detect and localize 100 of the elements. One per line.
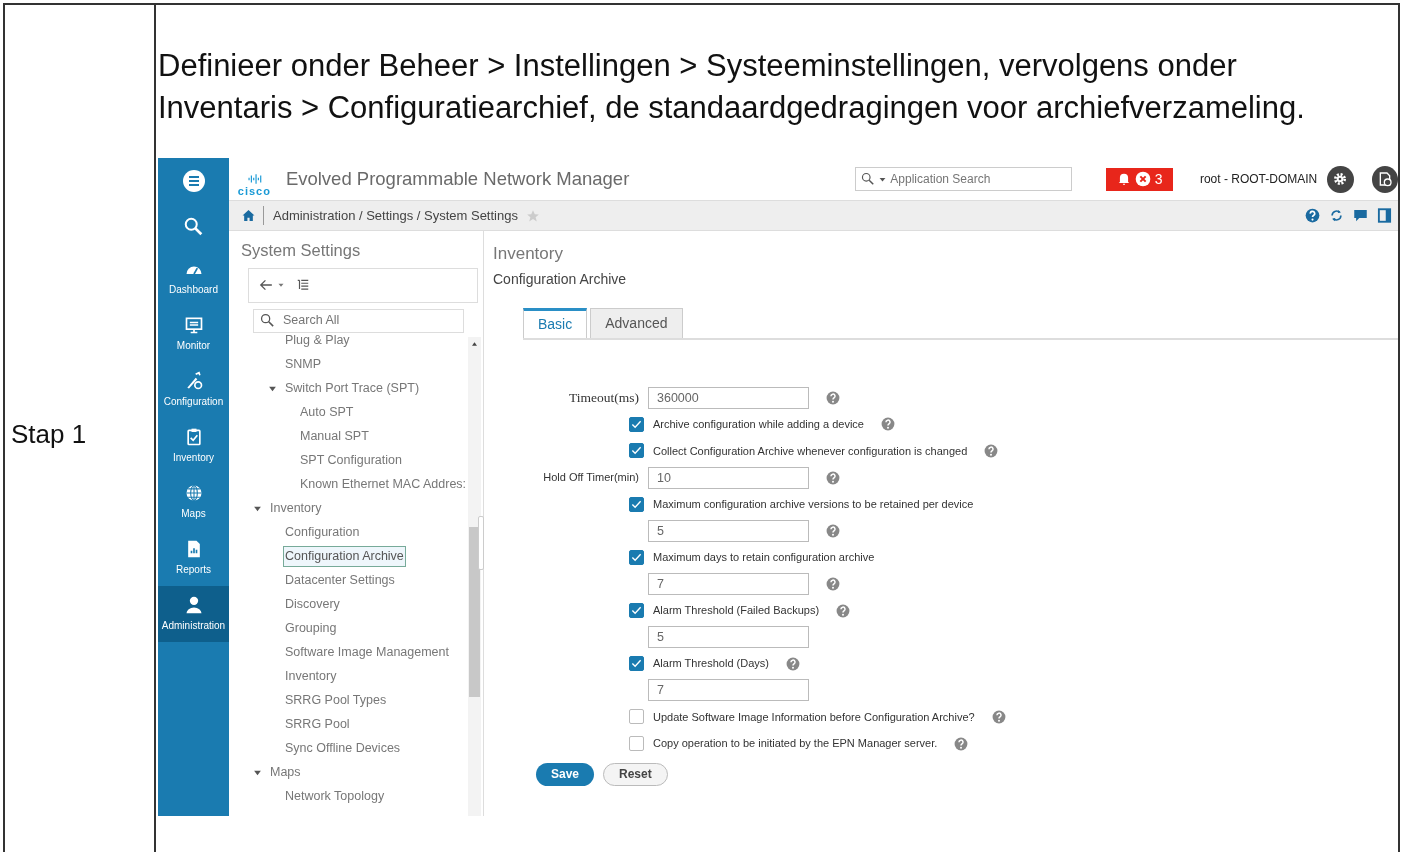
log-button[interactable] (1371, 165, 1398, 193)
checkbox[interactable] (629, 736, 644, 751)
help-icon[interactable] (991, 709, 1006, 724)
section-title: Inventory (493, 243, 564, 265)
tab[interactable]: Advanced (590, 307, 683, 338)
input-field[interactable]: 7 (648, 679, 809, 702)
tree-item[interactable]: Plug & Play (283, 330, 352, 352)
menu-icon[interactable] (181, 169, 206, 193)
check-icon (631, 551, 642, 563)
tree-item[interactable]: Inventory (268, 498, 324, 520)
application-search-box[interactable]: Application Search (855, 167, 1073, 191)
field-label: Timeout(ms) (569, 388, 639, 407)
tree-item[interactable]: Software Image Management (283, 642, 451, 664)
tree-item[interactable]: SRRG Pool (283, 714, 352, 736)
tree-item[interactable]: Inventory (283, 666, 339, 688)
checkbox[interactable] (629, 603, 644, 619)
help-icon[interactable] (826, 523, 840, 538)
tree-item[interactable]: Known Ethernet MAC Addres: (298, 474, 468, 496)
caret-icon[interactable] (253, 768, 262, 778)
panel-title: System Settings (241, 240, 362, 261)
help-icon[interactable] (785, 656, 800, 671)
help-icon[interactable] (836, 603, 851, 618)
splitter-handle[interactable] (478, 516, 484, 570)
chat-icon[interactable] (1353, 208, 1368, 223)
tree-item[interactable]: SRRG Pool Types (283, 690, 389, 712)
nav-item[interactable]: Administration (158, 586, 229, 642)
app-title: Evolved Programmable Network Manager (285, 167, 630, 192)
instruction-text: Definieer onder Beheer > Instellingen > Systeeminstellingen, vervolgens onder Inventaris > Configuratiearchief, de standaardgedragingen voor archiefverzameling. (158, 47, 1306, 127)
input-field[interactable]: 5 (648, 519, 809, 542)
help-icon[interactable] (984, 444, 999, 458)
nav-item[interactable]: Monitor (158, 306, 229, 362)
checkbox[interactable] (629, 443, 644, 459)
caret-icon[interactable] (268, 384, 277, 394)
tree-item[interactable]: Configuration (283, 522, 362, 544)
step-label: Stap 1 (4, 4, 155, 852)
input-field[interactable]: 5 (648, 626, 809, 649)
settings-icon (1332, 171, 1349, 187)
back-arrow-icon[interactable] (258, 278, 274, 293)
settings-search-box[interactable]: Search All (253, 308, 464, 333)
breadcrumb: Administration / Settings / System Settings (263, 205, 518, 226)
checkbox-label: Archive configuration while adding a device (653, 417, 864, 433)
nav-item[interactable]: Reports (158, 530, 229, 586)
nav-item[interactable]: Maps (158, 474, 229, 530)
tree-item[interactable]: Maps (268, 762, 303, 784)
nav-item[interactable]: Configuration (158, 362, 229, 418)
help-icon[interactable] (826, 576, 840, 591)
check-icon (631, 658, 642, 670)
field-label: Hold Off Timer(min) (543, 470, 639, 486)
caret-icon[interactable] (253, 504, 262, 514)
check-icon (631, 445, 642, 457)
help-icon[interactable] (880, 417, 895, 432)
scrollbar[interactable] (468, 336, 481, 816)
error-icon (1134, 171, 1151, 187)
checkbox[interactable] (629, 709, 644, 725)
tree-item[interactable]: Network Topology (283, 786, 387, 808)
settings-button[interactable] (1327, 165, 1354, 193)
panel-icon[interactable] (1377, 208, 1392, 223)
tree-item[interactable]: Discovery (283, 594, 342, 616)
checkbox-label: Alarm Threshold (Failed Backups) (653, 603, 820, 619)
help-icon[interactable] (954, 736, 969, 751)
refresh-icon[interactable] (1329, 208, 1344, 223)
check-icon (631, 498, 642, 510)
home-icon[interactable] (242, 209, 255, 222)
tree-item[interactable]: SPT Configuration (298, 450, 404, 472)
tree-item[interactable]: SNMP (283, 354, 324, 376)
tree-item[interactable]: Sync Offline Devices (283, 738, 403, 760)
save-button[interactable]: Save (536, 762, 595, 786)
caret-icon[interactable] (278, 282, 284, 289)
check-icon (631, 605, 642, 617)
reset-button[interactable]: Reset (603, 762, 668, 786)
nav-item[interactable]: Inventory (158, 418, 229, 474)
checkbox-label: Maximum configuration archive versions to be retained per device (653, 496, 974, 512)
checkbox[interactable] (629, 496, 644, 512)
checkbox[interactable] (629, 416, 644, 432)
help-icon[interactable] (1305, 208, 1320, 223)
checkbox[interactable] (629, 549, 644, 565)
search-icon[interactable] (182, 216, 205, 238)
checkbox-label: Alarm Threshold (Days) (653, 656, 769, 672)
tree-item[interactable]: Manual SPT (298, 426, 371, 448)
nav-item[interactable]: Dashboard (158, 250, 229, 306)
input-field[interactable]: 7 (648, 572, 809, 595)
help-icon[interactable] (826, 470, 840, 485)
tree-item[interactable]: Switch Port Trace (SPT) (283, 378, 422, 400)
input-field[interactable]: 10 (648, 466, 809, 489)
search-icon (260, 313, 275, 329)
help-icon[interactable] (826, 390, 840, 405)
tree-list-icon[interactable] (296, 278, 310, 293)
scroll-up-arrow-icon[interactable] (471, 340, 478, 347)
tree-item[interactable]: Configuration Archive (283, 546, 406, 568)
checkbox-label: Copy operation to be initiated by the EPN Manager server. (653, 736, 938, 752)
tree-item[interactable]: Grouping (283, 618, 339, 640)
tree-item[interactable]: Auto SPT (298, 402, 356, 424)
checkbox[interactable] (629, 656, 644, 672)
star-icon[interactable] (525, 208, 540, 223)
page-title: Configuration Archive (493, 269, 628, 289)
tree-item[interactable]: Datacenter Settings (283, 570, 397, 592)
search-icon (861, 172, 876, 186)
input-field[interactable]: 360000 (648, 386, 809, 409)
alarm-button[interactable]: 3 (1106, 167, 1173, 191)
tab[interactable]: Basic (523, 307, 588, 338)
